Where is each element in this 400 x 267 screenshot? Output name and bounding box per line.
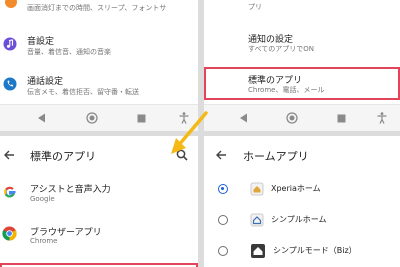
back-nav-icon[interactable] [35, 112, 47, 124]
google-icon [3, 184, 17, 198]
page-title: ホームアプリ [243, 150, 309, 163]
display-settings-item[interactable]: 画面消灯までの時間、スリープ、フォントサ [0, 0, 198, 14]
browser-app-item[interactable]: ブラウザーアプリ Chrome [0, 222, 198, 250]
radio-unselected[interactable] [218, 215, 228, 225]
highlight-frame [0, 263, 198, 267]
call-settings-title: 通話設定 [27, 77, 64, 87]
xperia-home-icon [250, 181, 264, 196]
home-option-row[interactable]: シンプルホーム [204, 210, 400, 230]
accessibility-icon[interactable] [376, 112, 388, 124]
apps-item-partial[interactable]: プリ [204, 0, 400, 14]
notification-settings-item[interactable]: 通知の設定 すべてのアプリでON [204, 30, 400, 56]
assist-voice-input-sub: Google [30, 195, 55, 203]
sound-settings-item[interactable]: 音設定 音量、着信音、通知の音楽 [0, 32, 198, 60]
sound-settings-title: 音設定 [27, 37, 55, 47]
home-app-panel: ホームアプリ Xperiaホーム シンプルホーム シンプルモード（Biz） [204, 136, 400, 267]
radio-unselected[interactable] [218, 246, 228, 256]
recents-nav-icon[interactable] [135, 112, 147, 124]
home-option-row[interactable]: Xperiaホーム [204, 179, 400, 199]
home-nav-icon[interactable] [86, 112, 98, 124]
simple-home-icon [250, 212, 264, 227]
home-option-row[interactable]: シンプルモード（Biz） [204, 240, 400, 262]
arrow-annotation [171, 111, 208, 154]
recents-nav-icon[interactable] [335, 112, 347, 124]
sound-settings-sub: 音量、着信音、通知の音楽 [27, 48, 111, 56]
highlight-frame [204, 67, 400, 100]
chrome-icon [2, 226, 17, 241]
display-icon [4, 0, 18, 8]
display-settings-sub: 画面消灯までの時間、スリープ、フォントサ [27, 4, 167, 12]
notification-settings-sub: すべてのアプリでON [248, 45, 314, 53]
assist-voice-input-title: アシストと音声入力 [30, 185, 111, 195]
back-arrow-icon[interactable] [215, 149, 227, 161]
apps-item-partial-sub: プリ [248, 3, 262, 11]
apps-settings-panel: プリ 通知の設定 すべてのアプリでON 標準のアプリ Chrome、電話、メール [204, 0, 400, 131]
call-settings-sub: 伝言メモ、着信拒否、留守番・転送 [27, 88, 139, 96]
call-settings-item[interactable]: 通話設定 伝言メモ、着信拒否、留守番・転送 [0, 72, 198, 100]
page-title: 標準のアプリ [30, 150, 96, 163]
navigation-bar [204, 104, 400, 131]
home-option-label: シンプルモード（Biz） [273, 246, 357, 255]
home-option-label: シンプルホーム [271, 215, 327, 224]
radio-selected[interactable] [218, 184, 228, 194]
assist-voice-input-item[interactable]: アシストと音声入力 Google [0, 180, 198, 208]
simple-mode-biz-icon [250, 243, 266, 259]
browser-app-sub: Chrome [30, 237, 58, 245]
phone-icon [3, 76, 17, 91]
home-nav-icon[interactable] [286, 112, 298, 124]
back-nav-icon[interactable] [237, 112, 249, 124]
music-note-icon [3, 36, 17, 51]
home-option-label: Xperiaホーム [271, 184, 321, 193]
back-arrow-icon[interactable] [3, 149, 15, 161]
